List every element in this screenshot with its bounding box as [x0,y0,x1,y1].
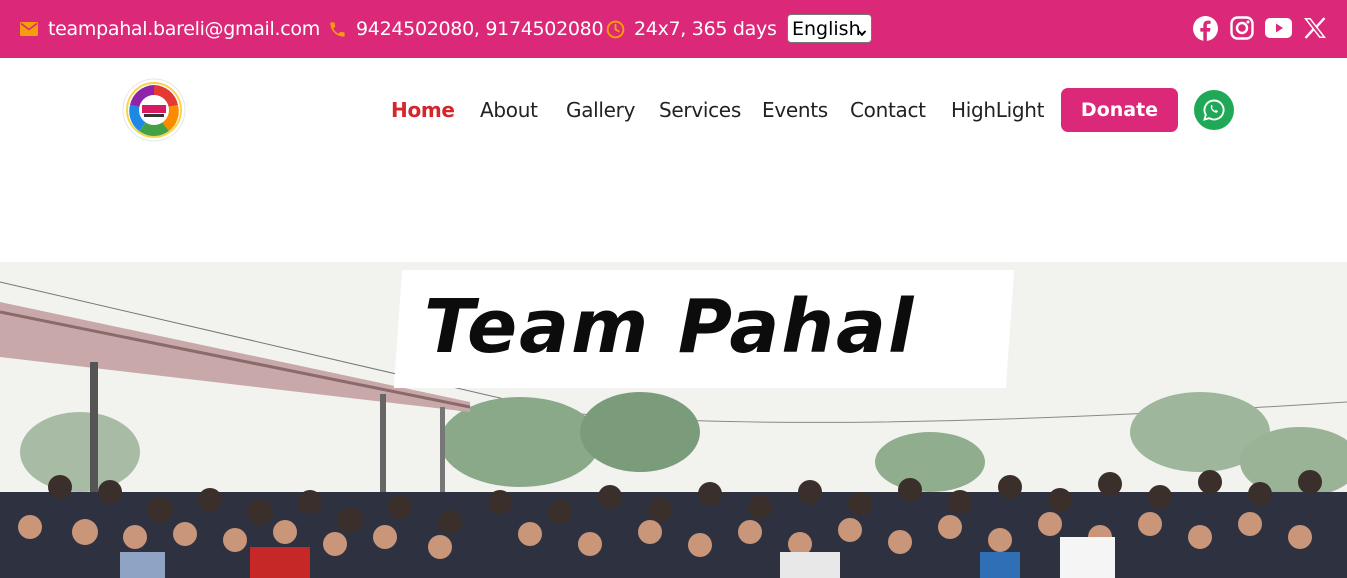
nav-home[interactable]: Home [391,98,455,122]
phone-text: 9424502080, 9174502080 [356,18,604,40]
facebook-icon[interactable] [1191,14,1219,42]
donate-button[interactable]: Donate [1061,88,1178,132]
nav-contact[interactable]: Contact [850,98,926,122]
hero-banner-image: Team Pahal [0,262,1347,578]
email-contact[interactable]: teampahal.bareli@gmail.com [19,0,320,58]
chevron-down-icon [857,21,867,43]
language-select[interactable]: English [787,14,872,43]
nav-highlight[interactable]: HighLight [951,98,1044,122]
youtube-icon[interactable] [1264,14,1292,42]
phone-contact[interactable]: 9424502080, 9174502080 [327,0,604,58]
email-text: teampahal.bareli@gmail.com [48,18,320,40]
instagram-icon[interactable] [1228,14,1256,42]
top-contact-bar: teampahal.bareli@gmail.com 9424502080, 9… [0,0,1347,58]
hero-title: Team Pahal [424,284,916,370]
envelope-icon [19,19,39,39]
hours-text: 24x7, 365 days [634,18,777,40]
phone-icon [327,19,347,39]
hours-info: 24x7, 365 days [605,0,777,58]
x-icon[interactable] [1301,14,1329,42]
language-value: English [792,17,861,40]
nav-services[interactable]: Services [659,98,741,122]
clock-icon [605,19,625,39]
nav-events[interactable]: Events [762,98,828,122]
team-pahal-logo[interactable] [121,77,187,143]
nav-gallery[interactable]: Gallery [566,98,635,122]
main-navbar: Home About Gallery Services Events Conta… [0,58,1347,162]
nav-about[interactable]: About [480,98,538,122]
whatsapp-icon[interactable] [1194,90,1234,130]
